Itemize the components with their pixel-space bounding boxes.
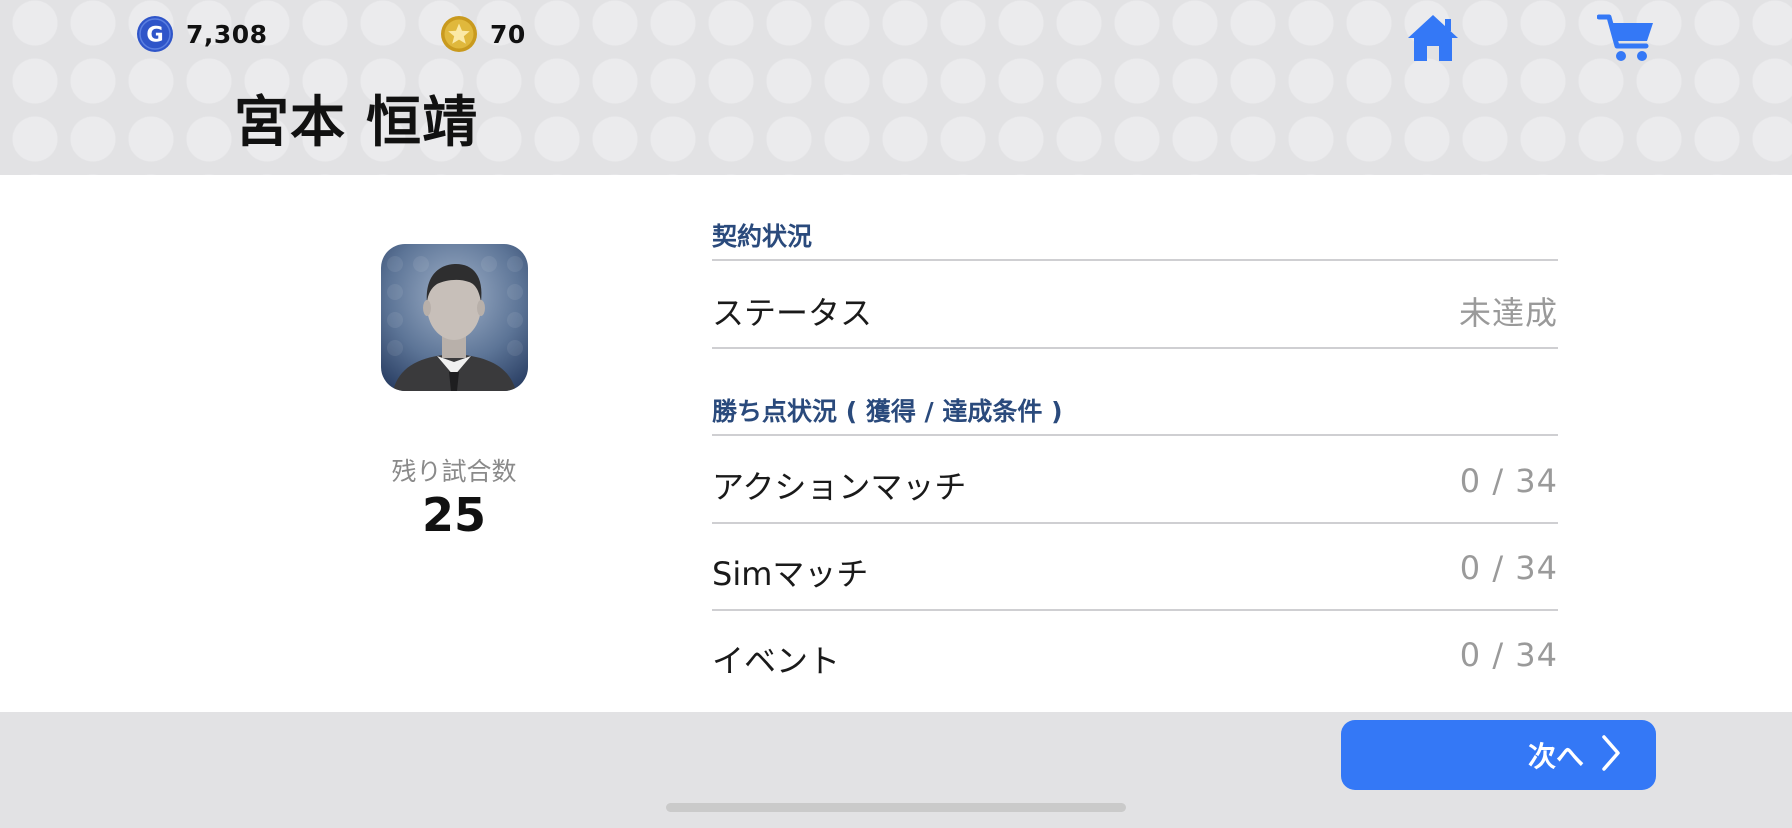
event-label: イベント bbox=[712, 642, 841, 680]
divider bbox=[712, 434, 1558, 436]
sim-match-label: Simマッチ bbox=[712, 555, 869, 593]
gp-coin-icon: G bbox=[136, 15, 174, 53]
points-section-title: 勝ち点状況 ( 獲得 / 達成条件 ) bbox=[712, 397, 1063, 426]
divider bbox=[712, 347, 1558, 349]
action-match-label: アクションマッチ bbox=[712, 468, 967, 506]
next-button-label: 次へ bbox=[1527, 740, 1584, 773]
sim-match-value: 0 / 34 bbox=[1459, 549, 1558, 587]
home-indicator[interactable] bbox=[666, 803, 1126, 812]
manager-name: 宮本 恒靖 bbox=[234, 90, 479, 154]
divider bbox=[712, 609, 1558, 611]
coin-value: 70 bbox=[490, 19, 526, 49]
gp-value: 7,308 bbox=[186, 19, 268, 49]
star-coin-icon bbox=[440, 15, 478, 53]
remaining-matches-label: 残り試合数 bbox=[391, 457, 517, 486]
next-button[interactable]: 次へ bbox=[1341, 720, 1656, 790]
event-value: 0 / 34 bbox=[1459, 636, 1558, 674]
status-value: 未達成 bbox=[1458, 294, 1558, 332]
coin-balance: 70 bbox=[440, 14, 526, 54]
gp-balance: G 7,308 bbox=[136, 14, 268, 54]
manager-avatar bbox=[381, 244, 528, 391]
status-label: ステータス bbox=[712, 294, 873, 332]
svg-text:G: G bbox=[146, 23, 163, 47]
remaining-matches-value: 25 bbox=[421, 488, 486, 542]
home-icon[interactable] bbox=[1403, 10, 1463, 66]
shopping-cart-icon[interactable] bbox=[1596, 10, 1656, 66]
divider bbox=[712, 522, 1558, 524]
chevron-right-icon bbox=[1600, 734, 1622, 776]
top-header: G 7,308 70 宮本 恒靖 bbox=[0, 0, 1792, 175]
contract-section-title: 契約状況 bbox=[712, 222, 813, 251]
action-match-value: 0 / 34 bbox=[1459, 462, 1558, 500]
divider bbox=[712, 259, 1558, 261]
